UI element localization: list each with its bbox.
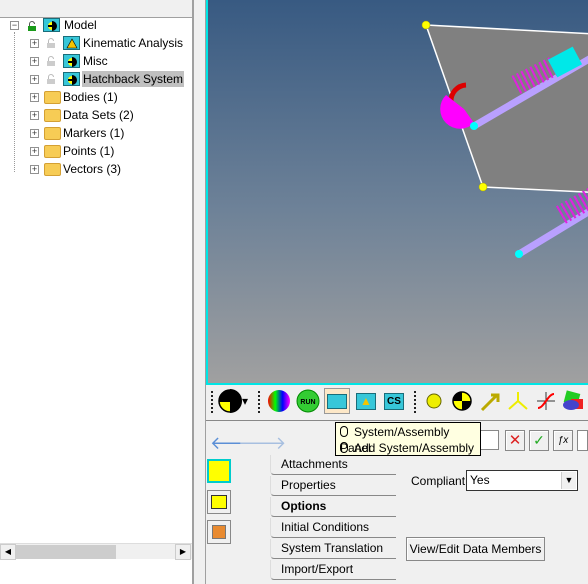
tree-folder-points[interactable]: Points (1) (63, 143, 114, 159)
tree-folder-vectors[interactable]: Vectors (3) (63, 161, 121, 177)
chevron-down-icon[interactable]: ▼ (561, 472, 576, 489)
scroll-right-button[interactable]: ▶ (175, 544, 191, 560)
name-field[interactable] (480, 430, 499, 450)
splitter[interactable] (193, 0, 206, 584)
tooltip: System/Assembly Panel Add System/Assembl… (335, 422, 481, 456)
toolbar-separator (258, 391, 260, 413)
browser-header (0, 0, 192, 18)
data-members-icon[interactable] (207, 490, 231, 514)
model-browser: − Model + Kinematic Analysis + Misc + Ha… (0, 0, 193, 584)
toolbar-separator (414, 391, 416, 413)
analysis-icon (63, 36, 80, 50)
coordinate-system-icon[interactable]: CS (381, 388, 407, 414)
attachments-icon[interactable] (207, 520, 231, 544)
scroll-thumb[interactable] (16, 545, 116, 559)
tooltip-line: Add System/Assembly (354, 441, 475, 455)
tree-folder-data-sets[interactable]: Data Sets (2) (63, 107, 134, 123)
mouse-icon (340, 426, 348, 437)
cancel-button[interactable]: ✕ (505, 430, 525, 451)
horizontal-scrollbar[interactable]: ◀ ▶ (0, 543, 192, 560)
analysis-icon[interactable]: ▲ (353, 388, 379, 414)
mouse-icon (340, 442, 348, 453)
point-icon[interactable] (421, 388, 447, 414)
lock-icon (47, 55, 55, 66)
tab-import-export[interactable]: Import/Export (270, 560, 396, 580)
tree-folder-bodies[interactable]: Bodies (1) (63, 89, 118, 105)
expand-toggle[interactable]: + (30, 57, 39, 66)
body-icon[interactable] (449, 388, 475, 414)
model-toolbar: ▾ RUN ▲ CS (206, 385, 588, 421)
system-assembly-icon[interactable] (324, 388, 350, 414)
apply-button[interactable]: ✓ (529, 430, 549, 451)
curve-icon[interactable] (533, 388, 559, 414)
expand-toggle[interactable]: + (30, 93, 39, 102)
marker-icon[interactable] (505, 388, 531, 414)
system-icon (63, 54, 80, 68)
expression-builder-button[interactable]: ƒx (553, 430, 573, 451)
color-wheel-icon[interactable] (266, 388, 292, 414)
expand-toggle[interactable]: + (30, 39, 39, 48)
tab-system-translation[interactable]: System Translation (270, 539, 396, 559)
system-panel-icon[interactable] (207, 459, 231, 483)
lock-icon (28, 20, 36, 31)
tree-label-selected[interactable]: Hatchback System (82, 71, 185, 87)
folder-icon (44, 127, 61, 140)
lock-icon (47, 73, 55, 84)
tab-options[interactable]: Options (270, 497, 396, 517)
svg-text:RUN: RUN (300, 399, 315, 406)
expression-field[interactable] (577, 430, 588, 451)
scroll-left-button[interactable]: ◀ (0, 544, 16, 560)
folder-icon (44, 109, 61, 122)
folder-icon (44, 163, 61, 176)
compliant-label: Compliant: (411, 474, 469, 488)
toolbar-separator (211, 391, 213, 413)
expand-toggle[interactable]: + (30, 165, 39, 174)
lock-icon (47, 37, 55, 48)
view-edit-data-members-button[interactable]: View/Edit Data Members (406, 537, 545, 561)
tab-attachments[interactable]: Attachments (270, 455, 396, 475)
forward-arrow-icon[interactable]: 🡒 (238, 433, 286, 454)
tree-item-model[interactable]: Model (64, 17, 97, 33)
expand-toggle[interactable]: + (30, 147, 39, 156)
compliant-select[interactable]: Yes ▼ (466, 470, 578, 491)
expand-toggle[interactable]: + (30, 129, 39, 138)
compliant-value: Yes (470, 473, 490, 487)
tree-label[interactable]: Misc (83, 53, 108, 69)
expand-toggle[interactable]: + (30, 111, 39, 120)
dropdown-arrow-icon[interactable]: ▾ (240, 388, 250, 414)
folder-icon (44, 145, 61, 158)
graphics-icon[interactable] (560, 388, 586, 414)
tree-label: Model (64, 18, 97, 32)
model-scene (421, 20, 588, 258)
system-icon (43, 18, 60, 32)
collapse-toggle[interactable]: − (10, 21, 19, 30)
expand-toggle[interactable]: + (30, 75, 39, 84)
tree-label[interactable]: Kinematic Analysis (83, 35, 183, 51)
run-icon[interactable]: RUN (295, 388, 321, 414)
tab-initial-conditions[interactable]: Initial Conditions (270, 518, 396, 538)
system-icon (63, 72, 80, 86)
vector-icon[interactable] (477, 388, 503, 414)
folder-icon (44, 91, 61, 104)
tree-line (14, 32, 15, 172)
tab-properties[interactable]: Properties (270, 476, 396, 496)
tree-folder-markers[interactable]: Markers (1) (63, 125, 124, 141)
graphics-viewport[interactable] (206, 0, 588, 385)
